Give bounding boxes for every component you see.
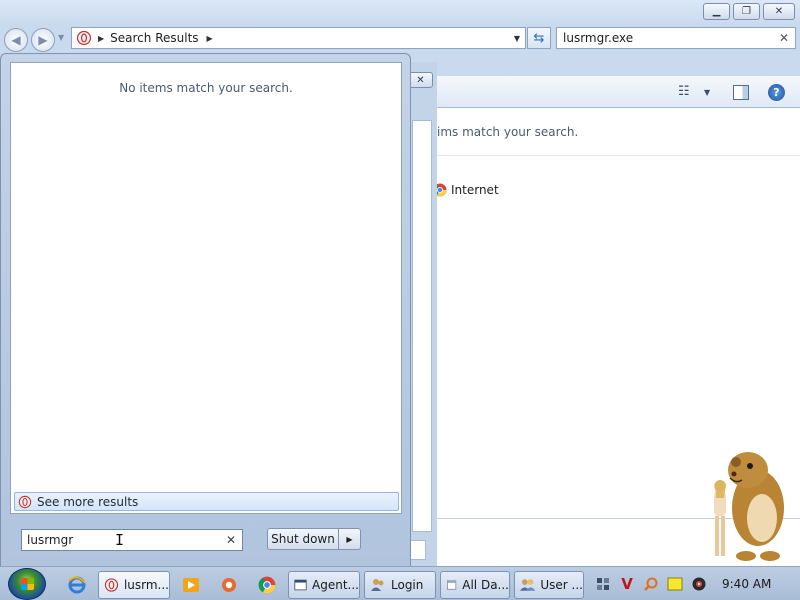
taskbar-button-login[interactable]: Login	[364, 571, 436, 599]
minimize-icon: ▁	[712, 5, 721, 17]
search-input[interactable]: lusrmgr.exe ✕	[556, 27, 796, 49]
restore-icon: ❐	[742, 5, 751, 17]
divider	[437, 155, 800, 156]
breadcrumb-arrow-icon[interactable]: ▶	[207, 34, 213, 43]
see-more-results-link[interactable]: See more results	[14, 492, 399, 511]
start-search-input[interactable]: lusrmgr ✕	[21, 529, 243, 551]
search-folder-icon	[76, 30, 92, 46]
text-cursor-icon: I	[115, 531, 125, 549]
close-button[interactable]: ✕	[763, 3, 795, 20]
back-button[interactable]: ◀	[4, 28, 28, 52]
search-input-value: lusrmgr.exe	[563, 31, 634, 45]
start-button[interactable]	[8, 568, 46, 600]
refresh-button[interactable]: ⇆	[527, 27, 551, 49]
clear-search-icon[interactable]: ✕	[779, 31, 789, 45]
recent-pages-dropdown[interactable]: ▼	[58, 33, 64, 42]
internet-explorer-icon[interactable]	[64, 572, 90, 598]
close-icon: ✕	[416, 74, 425, 86]
help-icon[interactable]: ?	[768, 84, 785, 101]
minimize-button[interactable]: ▁	[703, 3, 730, 20]
document-icon	[447, 580, 457, 590]
users-icon	[520, 579, 536, 591]
app-icon[interactable]	[216, 572, 242, 598]
title-bar	[0, 0, 800, 26]
breadcrumb-arrow-icon[interactable]: ▶	[98, 34, 104, 43]
shutdown-label: Shut down	[271, 532, 335, 546]
restore-button[interactable]: ❐	[733, 3, 760, 20]
media-icon[interactable]	[690, 575, 708, 593]
notes-icon[interactable]	[666, 575, 684, 593]
breadcrumb-search-results[interactable]: Search Results	[110, 31, 198, 45]
preview-pane-icon[interactable]	[733, 85, 749, 100]
search-folder-icon	[18, 495, 32, 508]
antivirus-icon[interactable]: V	[618, 575, 636, 593]
network-icon[interactable]	[594, 575, 612, 593]
taskbar-button-label: All Da...	[462, 578, 509, 592]
forward-arrow-icon: ▶	[38, 33, 48, 47]
change-view-icon[interactable]: ☷	[678, 84, 690, 99]
taskbar-button-all-data[interactable]: All Da...	[440, 571, 510, 599]
address-bar[interactable]: ▶ Search Results ▶ ▼	[71, 27, 526, 49]
chrome-icon[interactable]	[254, 572, 280, 598]
magnifier-icon[interactable]	[642, 575, 660, 593]
refresh-icon: ⇆	[533, 30, 545, 46]
shutdown-button[interactable]: Shut down	[267, 528, 339, 550]
window-icon	[294, 579, 307, 591]
taskbar-button-lusrmgr[interactable]: lusrm...	[98, 571, 170, 599]
background-window-close-button[interactable]: ✕	[408, 72, 433, 88]
back-arrow-icon: ◀	[11, 33, 21, 47]
start-search-results: No items match your search. See more res…	[10, 62, 402, 514]
start-menu: No items match your search. See more res…	[0, 53, 411, 567]
background-window-content	[412, 120, 432, 532]
users-icon	[371, 579, 384, 591]
taskbar-button-agent[interactable]: Agent...	[288, 571, 360, 599]
system-clock[interactable]: 9:40 AM	[722, 577, 771, 591]
see-more-results-label: See more results	[37, 494, 139, 509]
view-options-dropdown-icon[interactable]: ▼	[704, 88, 710, 97]
chevron-right-icon: ▶	[346, 534, 353, 544]
desktop-pet-hamster[interactable]	[700, 448, 788, 572]
no-match-message: ims match your search.	[437, 125, 579, 139]
shutdown-options-button[interactable]: ▶	[339, 528, 361, 550]
taskbar-button-label: Login	[391, 578, 424, 592]
start-search-value: lusrmgr	[27, 533, 74, 547]
taskbar-button-user[interactable]: User ...	[514, 571, 584, 599]
no-results-message: No items match your search.	[119, 81, 293, 95]
search-folder-icon	[104, 578, 119, 592]
taskbar-button-label: User ...	[540, 578, 583, 592]
search-again-internet[interactable]: Internet	[433, 183, 499, 197]
search-again-internet-label: Internet	[451, 183, 499, 197]
address-dropdown-icon[interactable]: ▼	[514, 34, 520, 43]
media-player-icon[interactable]	[178, 572, 204, 598]
forward-button[interactable]: ▶	[31, 28, 55, 52]
taskbar-button-label: Agent...	[312, 578, 359, 592]
taskbar-button-label: lusrm...	[123, 578, 169, 592]
clear-search-icon[interactable]: ✕	[226, 533, 236, 547]
close-icon: ✕	[774, 5, 784, 17]
